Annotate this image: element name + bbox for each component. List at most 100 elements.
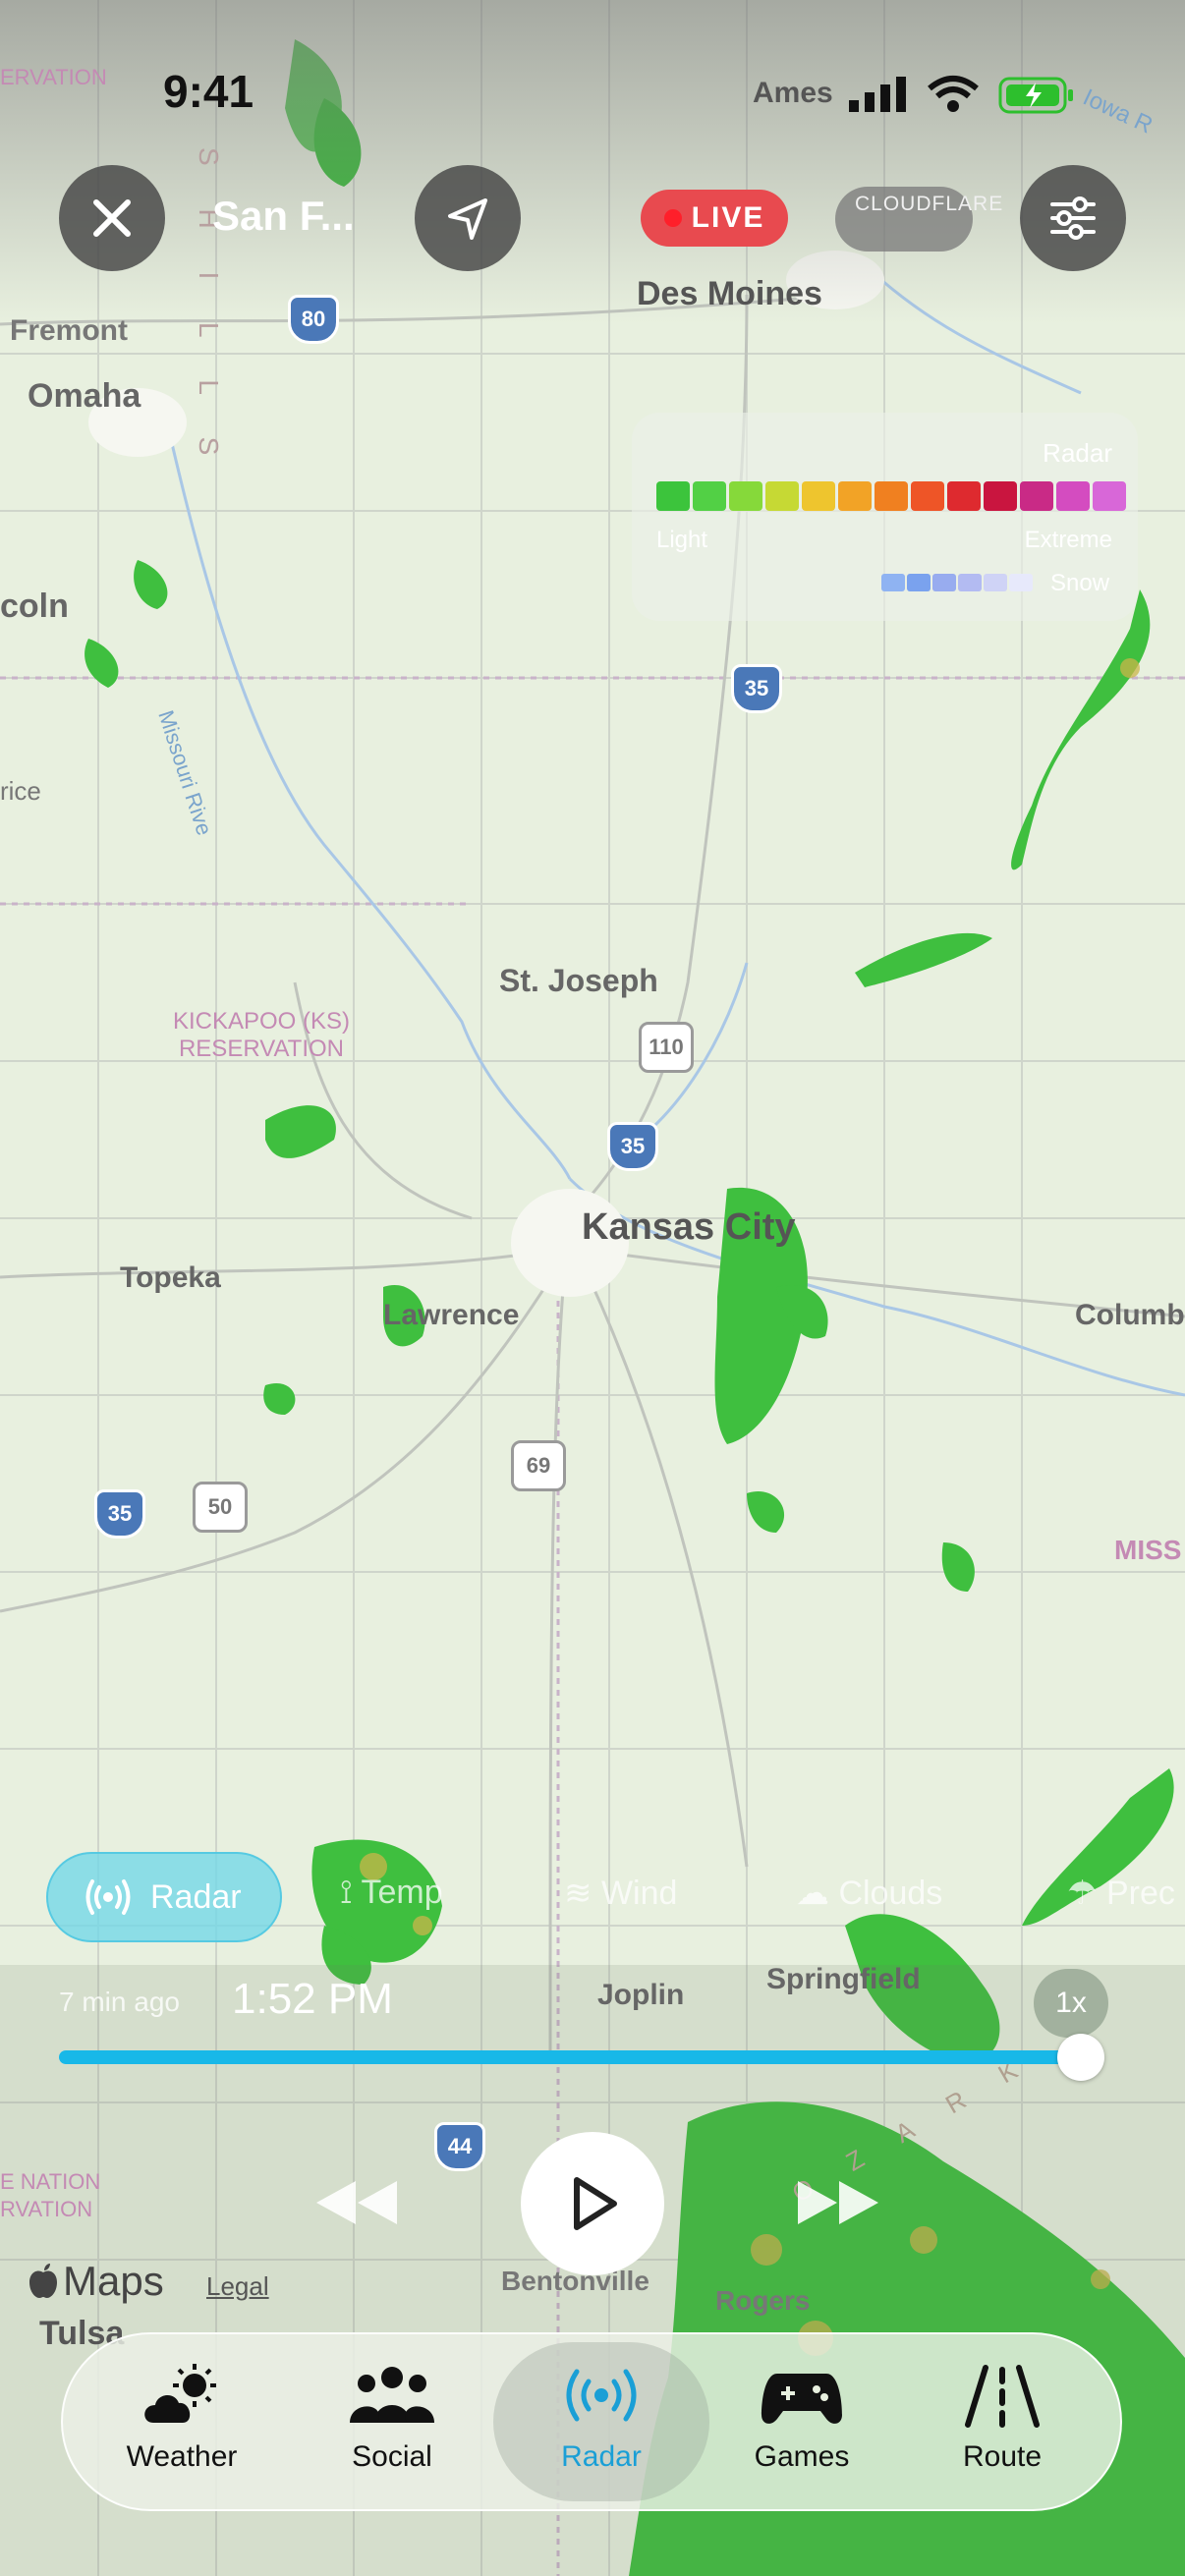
- broadcast-icon: [85, 1879, 131, 1915]
- layer-tab-temp[interactable]: ⟟ Temp: [340, 1874, 443, 1912]
- city-label-beatrice: rice: [0, 776, 41, 806]
- tab-route[interactable]: Route: [919, 2338, 1086, 2495]
- road-icon: [965, 2365, 1040, 2428]
- people-group-icon: [350, 2367, 434, 2423]
- city-label-lawrence: Lawrence: [383, 1299, 520, 1331]
- layer-label: Prec: [1105, 1875, 1175, 1912]
- tab-games[interactable]: Games: [718, 2338, 885, 2495]
- city-label-des-moines: Des Moines: [637, 275, 822, 312]
- wind-icon: ≋: [564, 1875, 601, 1912]
- fast-forward-icon: [798, 2181, 878, 2224]
- sliders-icon: [1050, 196, 1096, 240]
- legend-rain-swatch: [984, 481, 1017, 511]
- maps-brand: Maps: [63, 2258, 164, 2304]
- cloud-icon: ☁: [796, 1875, 839, 1912]
- city-label-columbia: Columb: [1075, 1299, 1185, 1331]
- timeline-track[interactable]: [59, 2050, 1081, 2064]
- layer-chip-label: Radar: [150, 1877, 242, 1916]
- interstate-shield: 35: [731, 664, 782, 713]
- layer-label: Wind: [600, 1875, 678, 1912]
- legend-snow-swatch: [1009, 574, 1033, 591]
- legend-snow-label: Snow: [1050, 570, 1110, 596]
- location-title[interactable]: San F...: [212, 193, 355, 240]
- legend-rain-swatch: [1020, 481, 1053, 511]
- legal-link[interactable]: Legal: [206, 2271, 269, 2302]
- region-label-bottom-left-1: E NATION: [0, 2169, 101, 2194]
- legend-snow-swatch: [958, 574, 982, 591]
- live-badge[interactable]: LIVE: [641, 190, 788, 247]
- timeline-scrubber[interactable]: [1057, 2034, 1104, 2081]
- legend-rain-swatch: [693, 481, 726, 511]
- interstate-shield: 35: [94, 1489, 145, 1539]
- region-kickapoo-line2: RESERVATION: [178, 1036, 345, 1062]
- legend-high-label: Extreme: [1024, 527, 1112, 553]
- rain-cloud-icon: ☂: [1067, 1875, 1106, 1912]
- timeline-time: 1:52 PM: [232, 1975, 393, 2023]
- legend-rain-swatch: [802, 481, 835, 511]
- layer-label: Clouds: [838, 1875, 943, 1912]
- broadcast-icon: [566, 2369, 637, 2422]
- battery-charging-icon: [998, 77, 1077, 119]
- playback-speed-button[interactable]: 1x: [1034, 1969, 1108, 2038]
- legend-snow-scale: [881, 574, 1033, 591]
- settings-button[interactable]: [1020, 165, 1126, 271]
- region-kickapoo-line1: KICKAPOO (KS): [172, 1008, 351, 1035]
- layer-tab-clouds[interactable]: ☁ Clouds: [796, 1874, 942, 1913]
- city-label-springfield: Springfield: [766, 1963, 921, 1995]
- close-icon: [93, 199, 131, 237]
- map-label-ames: Ames: [753, 77, 833, 109]
- thermometer-icon: ⟟: [340, 1874, 362, 1911]
- tab-label: Games: [754, 2440, 850, 2473]
- timeline-progress: [59, 2050, 1081, 2064]
- rewind-button[interactable]: [310, 2175, 403, 2235]
- tab-label: Weather: [126, 2440, 238, 2473]
- region-label-kickapoo: KICKAPOO (KS) RESERVATION: [163, 1008, 360, 1063]
- wifi-icon: [928, 75, 979, 119]
- legend-snow-swatch: [984, 574, 1007, 591]
- fast-forward-button[interactable]: [792, 2175, 884, 2235]
- legend-rain-swatch: [765, 481, 799, 511]
- tab-radar[interactable]: Radar: [518, 2338, 685, 2495]
- legend-rain-swatch: [1056, 481, 1090, 511]
- legend-title: Radar: [1043, 438, 1112, 468]
- tab-weather[interactable]: Weather: [98, 2338, 265, 2495]
- location-arrow-icon: [448, 198, 487, 240]
- legend-rain-swatch: [729, 481, 762, 511]
- state-label-missouri: MISS: [1114, 1535, 1182, 1565]
- region-label-top-left: ERVATION: [0, 65, 107, 89]
- gamepad-icon: [762, 2374, 842, 2424]
- city-label-st-joseph: St. Joseph: [499, 963, 658, 998]
- partly-sunny-cloud-icon: [144, 2364, 216, 2423]
- live-dot-icon: [663, 209, 682, 227]
- us-highway-shield: 69: [511, 1440, 566, 1491]
- timeline-ago: 7 min ago: [59, 1987, 180, 2017]
- radar-legend: Radar Light Extreme Snow: [632, 413, 1138, 621]
- close-button[interactable]: [59, 165, 165, 271]
- city-label-rogers: Rogers: [715, 2285, 811, 2316]
- city-label-kansas-city: Kansas City: [582, 1206, 796, 1248]
- us-highway-shield: 50: [193, 1482, 248, 1533]
- tab-social[interactable]: Social: [309, 2338, 476, 2495]
- apple-logo-icon: [29, 2264, 57, 2298]
- cellular-signal-icon: [849, 77, 908, 117]
- interstate-shield: 44: [434, 2122, 485, 2171]
- city-label-joplin: Joplin: [597, 1979, 685, 2011]
- rewind-icon: [316, 2181, 397, 2224]
- tab-label: Route: [962, 2440, 1043, 2473]
- legend-rain-swatch: [875, 481, 908, 511]
- locate-me-button[interactable]: [415, 165, 521, 271]
- legend-rain-swatch: [947, 481, 981, 511]
- layer-label: Temp: [361, 1874, 443, 1911]
- legend-rain-swatch: [911, 481, 944, 511]
- city-label-topeka: Topeka: [120, 1261, 221, 1294]
- live-label: LIVE: [691, 201, 765, 234]
- legend-rain-swatch: [1093, 481, 1126, 511]
- region-label-bottom-left-2: RVATION: [0, 2197, 93, 2221]
- legend-rain-swatch: [838, 481, 872, 511]
- legend-low-label: Light: [656, 527, 708, 553]
- layer-tab-precip[interactable]: ☂ Prec: [1067, 1874, 1175, 1913]
- layer-chip-radar[interactable]: Radar: [46, 1852, 282, 1942]
- play-button[interactable]: [521, 2132, 664, 2275]
- layer-tab-wind[interactable]: ≋ Wind: [564, 1874, 677, 1913]
- legend-rain-swatch: [656, 481, 690, 511]
